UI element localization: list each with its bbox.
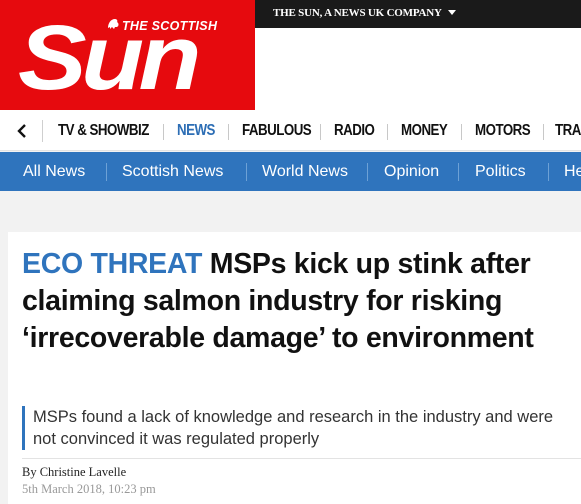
nav-separator — [387, 124, 388, 140]
article-header: ECO THREAT MSPs kick up stink after clai… — [8, 232, 581, 504]
subnav-separator — [106, 163, 107, 181]
nav-separator — [320, 124, 321, 140]
logo-wordmark: Sun — [18, 7, 201, 109]
subnav-separator — [367, 163, 368, 181]
section-item-motors[interactable]: MOTORS — [475, 122, 531, 140]
caret-down-icon — [447, 9, 456, 15]
section-item-money[interactable]: MONEY — [401, 122, 448, 140]
section-item-radio[interactable]: RADIO — [334, 122, 375, 140]
article-kicker: ECO THREAT — [22, 248, 203, 280]
nav-separator — [163, 124, 164, 140]
article-date: 5th March 2018, 10:23 pm — [22, 482, 156, 496]
nav-separator — [228, 124, 229, 140]
site-logo[interactable]: THE SCOTTISH Sun — [0, 0, 255, 110]
subnav-item-world-news[interactable]: World News — [262, 163, 348, 181]
byline-divider — [22, 458, 581, 459]
section-item-tv-showbiz[interactable]: TV & SHOWBIZ — [58, 122, 149, 140]
nav-divider — [42, 120, 43, 142]
section-item-travel[interactable]: TRA — [555, 122, 581, 140]
subnav-item-politics[interactable]: Politics — [475, 163, 526, 181]
news-subnav: All News Scottish News World News Opinio… — [0, 152, 581, 191]
chevron-left-icon — [17, 124, 26, 138]
subnav-separator — [246, 163, 247, 181]
subnav-separator — [458, 163, 459, 181]
subnav-separator — [548, 163, 549, 181]
corporate-link-label: THE SUN, A NEWS UK COMPANY — [273, 7, 442, 19]
subnav-item-scottish-news[interactable]: Scottish News — [122, 163, 223, 181]
article-headline: ECO THREAT MSPs kick up stink after clai… — [22, 246, 581, 357]
header-spacer — [255, 28, 581, 110]
article-standfirst: MSPs found a lack of knowledge and resea… — [22, 406, 580, 450]
corporate-link[interactable]: THE SUN, A NEWS UK COMPANY — [273, 7, 456, 19]
subnav-item-opinion[interactable]: Opinion — [384, 163, 439, 181]
section-item-fabulous[interactable]: FABULOUS — [242, 122, 312, 140]
subnav-item-all-news[interactable]: All News — [23, 163, 85, 181]
nav-back-button[interactable] — [10, 120, 34, 142]
article-byline[interactable]: By Christine Lavelle — [22, 465, 126, 480]
nav-separator — [543, 124, 544, 140]
nav-separator — [461, 124, 462, 140]
section-item-news[interactable]: NEWS — [177, 122, 215, 140]
section-nav: TV & SHOWBIZ NEWS FABULOUS RADIO MONEY M… — [0, 110, 581, 151]
subnav-item-health[interactable]: He — [564, 163, 581, 181]
